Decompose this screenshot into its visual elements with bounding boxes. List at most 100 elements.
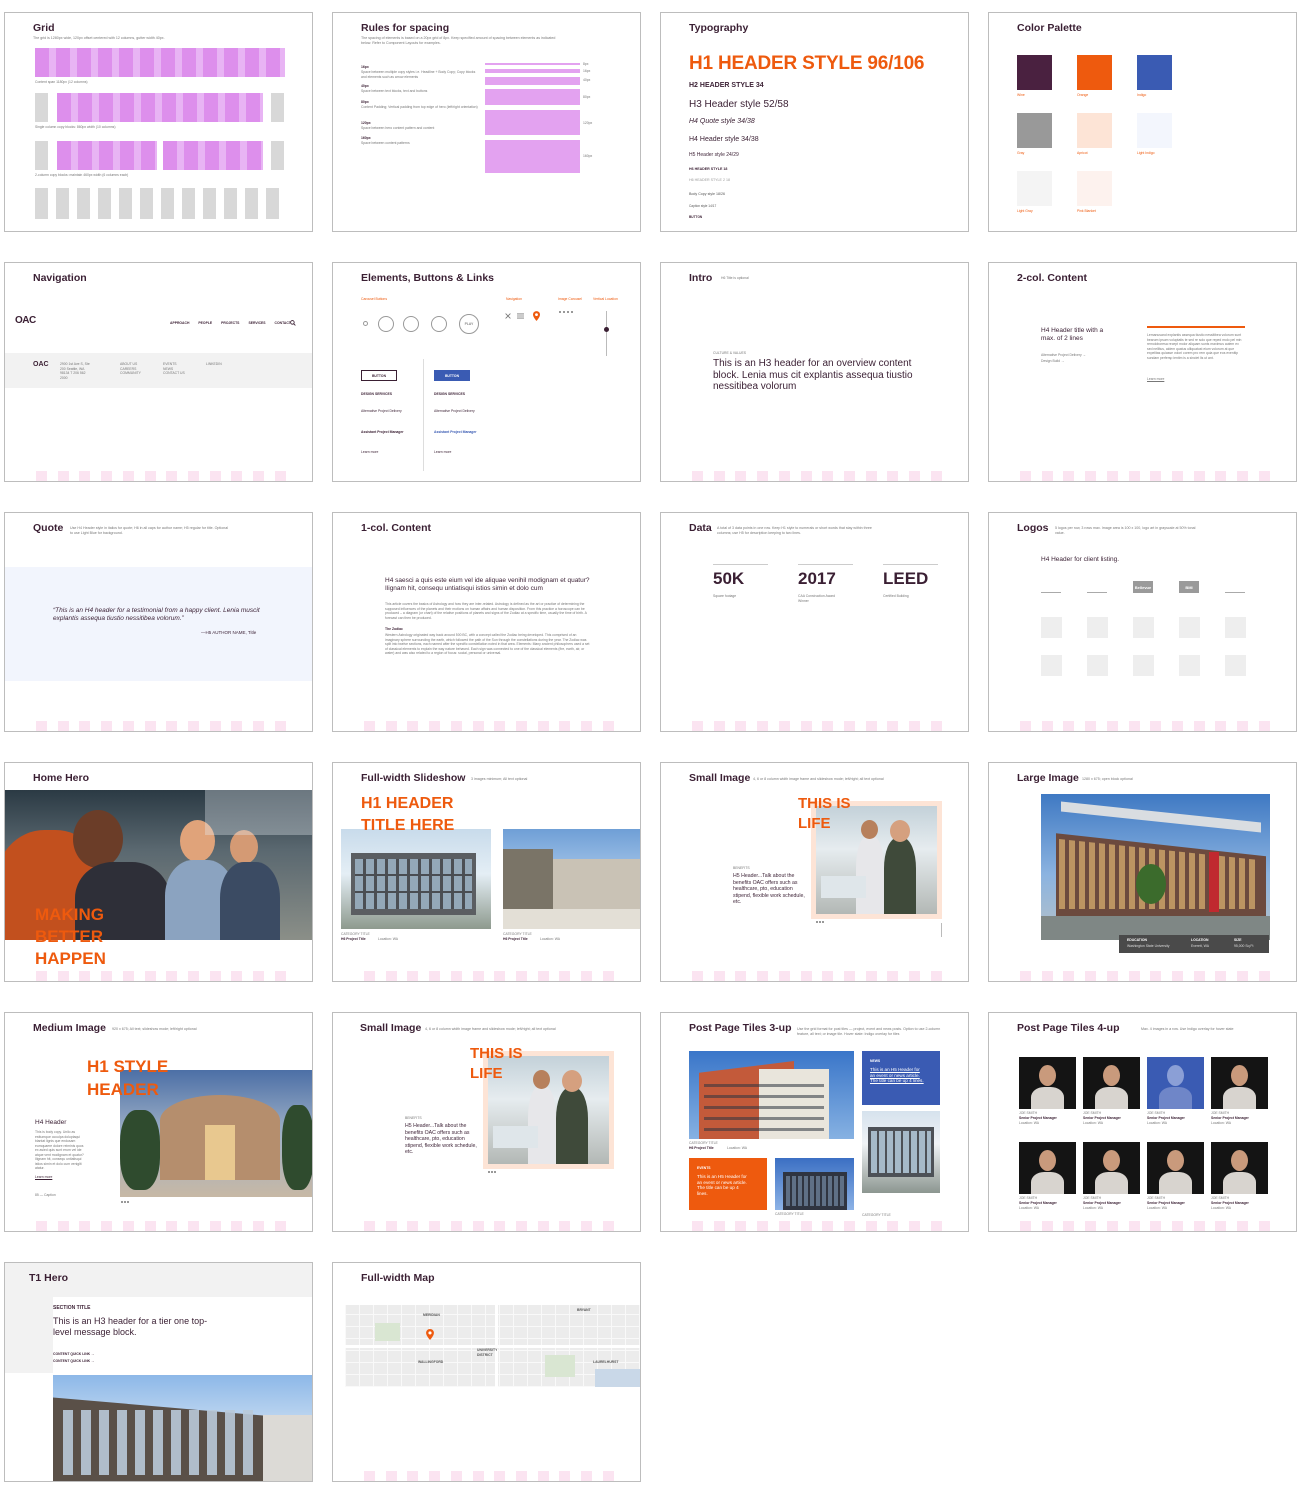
- footer-links[interactable]: EVENTS NEWS CONTACT US: [163, 362, 185, 376]
- person-shape: [528, 1086, 556, 1164]
- carousel-dots[interactable]: [121, 1201, 129, 1203]
- twocol-link[interactable]: Design Build →: [1041, 359, 1064, 364]
- small-image-card-2[interactable]: Small Image 4, 6 or 8 column width image…: [332, 1012, 641, 1232]
- tile-photo-apartments[interactable]: [689, 1051, 854, 1139]
- footer-logo[interactable]: OAC: [33, 361, 49, 368]
- nav-logo[interactable]: OAC: [15, 315, 36, 326]
- person-photo[interactable]: [1019, 1142, 1076, 1194]
- logos-card[interactable]: Logos 5 logos per row, 3 rows max. Image…: [988, 512, 1297, 732]
- carousel-dots[interactable]: [816, 921, 824, 923]
- spacing-card[interactable]: Rules for spacing The spacing of element…: [332, 12, 641, 232]
- person-photo[interactable]: [1083, 1142, 1140, 1194]
- tiles-4up-card[interactable]: Post Page Tiles 4-up Max. 4 images in a …: [988, 1012, 1297, 1232]
- dropdown-design-services[interactable]: DESIGN SERVICES: [434, 392, 465, 397]
- navigation-card[interactable]: Navigation OAC APPROACH PEOPLE PROJECTS …: [4, 262, 313, 482]
- person-body: [1223, 1172, 1256, 1194]
- button-filled[interactable]: BUTTON: [434, 370, 470, 381]
- spacing-rule-text: Space between content patterns: [361, 141, 410, 145]
- tile-project-title[interactable]: H6 Project Title: [689, 1146, 714, 1151]
- data-card[interactable]: Data A total of 3 data points in one row…: [660, 512, 969, 732]
- medium-image-card[interactable]: Medium Image 920 x 675; All text; slides…: [4, 1012, 313, 1232]
- link-apd[interactable]: Alternative Project Delivery: [434, 409, 475, 414]
- radio-button[interactable]: [363, 321, 368, 326]
- tile-photo-building[interactable]: [862, 1111, 940, 1193]
- location-pin-icon[interactable]: [533, 311, 540, 321]
- learn-more-link[interactable]: Learn more: [1147, 377, 1164, 382]
- card-title: Grid: [33, 22, 55, 34]
- onecol-h4: H4 saesci a quis este eium vel ide aliqu…: [385, 577, 590, 592]
- stat-rule: [798, 564, 853, 565]
- button-outline[interactable]: BUTTON: [361, 370, 397, 381]
- small-image-card[interactable]: Small Image 4, 6 or 8 column width image…: [660, 762, 969, 982]
- circle-button[interactable]: [403, 316, 419, 332]
- learn-more-link[interactable]: Learn more: [434, 450, 451, 455]
- close-icon[interactable]: [505, 313, 511, 319]
- tile-photo-dark-building[interactable]: [775, 1158, 854, 1210]
- link-apm[interactable]: Assistant Project Manager: [361, 430, 404, 435]
- building-windows: [786, 1176, 844, 1206]
- typography-card[interactable]: Typography H1 HEADER STYLE 96/106 H2 HEA…: [660, 12, 969, 232]
- palette-card[interactable]: Color Palette Wine Orange Indigo Gray Aprico…: [988, 12, 1297, 232]
- nav-item-approach[interactable]: APPROACH: [170, 321, 189, 326]
- learn-more-link[interactable]: Learn more: [361, 450, 378, 455]
- nav-item-services[interactable]: SERVICES: [248, 321, 265, 326]
- carousel-dots[interactable]: [488, 1171, 496, 1173]
- map-area[interactable]: MERIDIAN BRYANT WALLINGFORD UNIVERSITY D…: [345, 1305, 640, 1387]
- play-button[interactable]: PLAY: [459, 314, 479, 334]
- button-label: BUTTON: [371, 373, 387, 378]
- tiles-3up-card[interactable]: Post Page Tiles 3-up Use the grid format…: [660, 1012, 969, 1232]
- two-col-card[interactable]: 2-col. Content H4 Header title with a ma…: [988, 262, 1297, 482]
- vertical-location-dot[interactable]: [604, 327, 609, 332]
- person-photo[interactable]: [1211, 1142, 1268, 1194]
- quote-author: —H5 AUTHOR NAME, Title: [201, 630, 257, 635]
- dropdown-design-services[interactable]: DESIGN SERVICES: [361, 392, 392, 397]
- person-photo[interactable]: [1147, 1057, 1204, 1109]
- person-location: Location: WA: [1147, 1121, 1168, 1125]
- grid-guide-strip: [1020, 1221, 1270, 1231]
- learn-more-link[interactable]: Learn more: [35, 1175, 52, 1180]
- nav-item-contact[interactable]: CONTACT: [275, 321, 291, 326]
- spacing-bar-label: 120px: [583, 121, 593, 125]
- events-tile[interactable]: EVENTS This is an H5 Header for an event…: [689, 1158, 767, 1210]
- quote-card[interactable]: Quote Use H4 Header style in italics for…: [4, 512, 313, 732]
- slideshow-card[interactable]: Full-width Slideshow 3 images minimum; A…: [332, 762, 641, 982]
- person-shape: [856, 836, 884, 914]
- large-image-card[interactable]: Large Image 1280 x 675; open block optio…: [988, 762, 1297, 982]
- person-photo[interactable]: [1147, 1142, 1204, 1194]
- map-pin-icon[interactable]: [426, 1329, 434, 1340]
- link-apm[interactable]: Assistant Project Manager: [434, 430, 477, 435]
- play-label: PLAY: [464, 322, 474, 326]
- person-photo[interactable]: [1019, 1057, 1076, 1109]
- elements-card[interactable]: Elements, Buttons & Links Carousel Butto…: [332, 262, 641, 482]
- events-text: This is an H5 Header for an event or new…: [697, 1174, 747, 1196]
- one-col-card[interactable]: 1-col. Content H4 saesci a quis este eiu…: [332, 512, 641, 732]
- intro-eyebrow: CULTURE & VALUES: [713, 351, 747, 355]
- footer-links[interactable]: ABOUT US CAREERS COMMUNITY: [120, 362, 142, 376]
- client-logo: [1087, 581, 1107, 593]
- intro-card[interactable]: Intro H6 Title is optional CULTURE & VAL…: [660, 262, 969, 482]
- circle-button[interactable]: [431, 316, 447, 332]
- map-card[interactable]: Full-width Map MERIDIAN BRYANT WALLINGFO…: [332, 1262, 641, 1482]
- spacing-bar-label: 40px: [583, 78, 591, 82]
- medium-caption: 85 — Caption: [35, 1193, 56, 1197]
- grid-card[interactable]: Grid The grid is 1280px wide, 120px offs…: [4, 12, 313, 232]
- tree-shape: [120, 1110, 160, 1190]
- person-photo[interactable]: [1083, 1057, 1140, 1109]
- circle-button[interactable]: [378, 316, 394, 332]
- carousel-dots[interactable]: [559, 311, 573, 313]
- t1-hero-card[interactable]: T1 Hero SECTION TITLE This is an H3 head…: [4, 1262, 313, 1482]
- nav-item-people[interactable]: PEOPLE: [198, 321, 212, 326]
- hamburger-icon[interactable]: [517, 313, 524, 319]
- search-icon[interactable]: [290, 320, 296, 326]
- quick-link[interactable]: CONTENT QUICK LINK →: [53, 1352, 94, 1357]
- person-photo[interactable]: [1211, 1057, 1268, 1109]
- news-tile[interactable]: NEWS This is an H5 Header for an event o…: [862, 1051, 940, 1105]
- nav-item-projects[interactable]: PROJECTS: [221, 321, 239, 326]
- link-apd[interactable]: Alternative Project Delivery: [361, 409, 402, 414]
- quick-link[interactable]: CONTENT QUICK LINK →: [53, 1359, 94, 1364]
- footer-linkedin[interactable]: LINKEDIN: [206, 362, 222, 367]
- grid-caption: 2-column copy blocks: maintain 460px wid…: [35, 173, 129, 177]
- twocol-link[interactable]: Alternative Project Delivery →: [1041, 353, 1086, 358]
- home-hero-card[interactable]: Home Hero MAKING BETTER HAPPEN: [4, 762, 313, 982]
- color-swatch: [1017, 171, 1052, 206]
